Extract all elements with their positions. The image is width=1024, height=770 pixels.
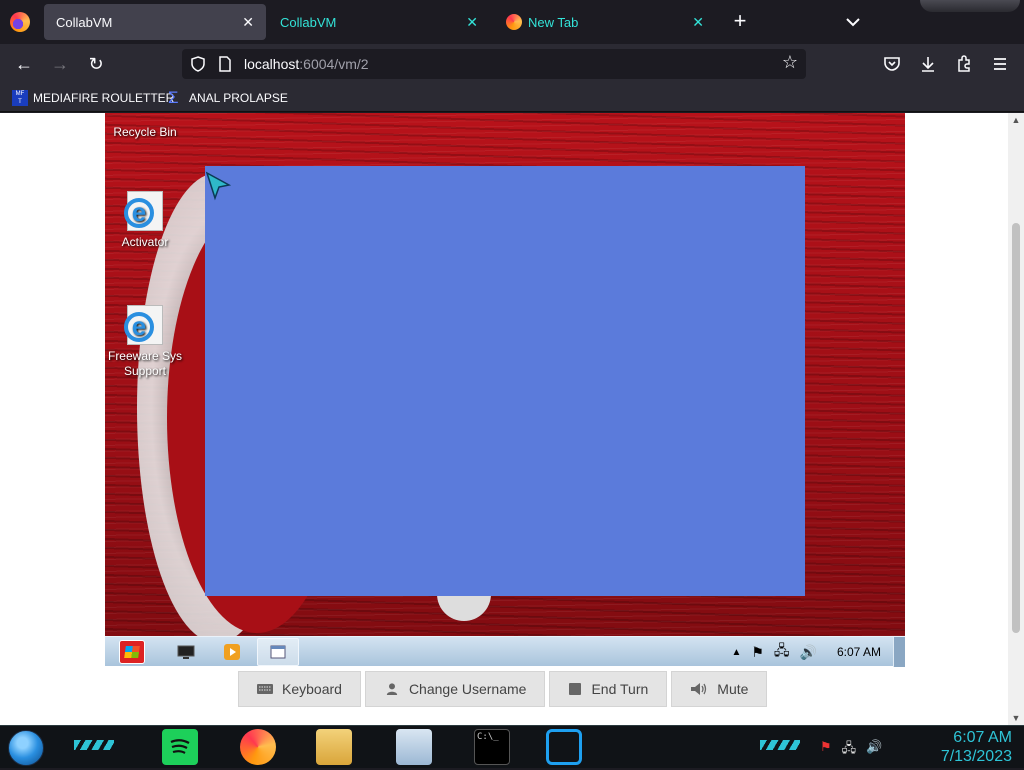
url-host: localhost — [244, 56, 300, 72]
mute-button[interactable]: Mute — [671, 671, 768, 707]
desktop-icon-recycle-bin[interactable]: Recycle Bin — [105, 125, 185, 140]
spotify-icon[interactable] — [162, 729, 198, 765]
user-icon — [386, 683, 398, 695]
ie-icon: e — [124, 305, 163, 345]
download-icon[interactable] — [916, 52, 940, 76]
host-taskbar: C:\_ ⚑ 🖧 🔊 6:07 AM 7/13/2023 — [0, 725, 1024, 768]
firefox-icon[interactable] — [10, 12, 30, 32]
taskbar-window-button[interactable] — [257, 638, 299, 666]
tab-label: CollabVM — [56, 14, 113, 30]
window-controls[interactable] — [920, 0, 1020, 12]
action-center-flag-icon[interactable]: ⚑ — [820, 739, 832, 761]
vm-control-bar: Keyboard Change Username End Turn Mute — [238, 671, 768, 709]
monitor-icon[interactable] — [177, 643, 195, 661]
close-tab-icon[interactable]: ✕ — [692, 14, 704, 31]
page-scrollbar[interactable]: ▲ ▼ — [1008, 113, 1024, 725]
url-bar[interactable]: localhost:6004/vm/2 ☆ — [182, 49, 806, 79]
windows-logo-icon — [124, 646, 140, 658]
forward-button[interactable]: → — [48, 52, 72, 76]
chevron-down-icon[interactable] — [843, 12, 863, 32]
file-explorer-icon[interactable] — [316, 729, 352, 765]
desktop-icon-label: Recycle Bin — [113, 125, 177, 139]
stop-icon — [569, 683, 582, 695]
blue-window[interactable] — [205, 166, 805, 596]
url-text[interactable]: localhost:6004/vm/2 — [244, 56, 369, 72]
resource-monitor-icon[interactable] — [396, 729, 432, 765]
action-center-flag-icon[interactable]: ⚑ — [751, 644, 764, 661]
tab-new-tab[interactable]: New Tab ✕ — [494, 4, 716, 40]
back-button[interactable]: ← — [12, 52, 36, 76]
tab-label: New Tab — [528, 14, 579, 30]
volume-icon[interactable]: 🔊 — [800, 644, 817, 661]
page-icon — [219, 56, 231, 72]
bookmarks-toolbar: MF T MEDIAFIRE ROULETTER Σ ANAL PROLAPSE — [0, 84, 1024, 112]
sigma-icon: Σ — [168, 88, 179, 107]
scrollbar-thumb[interactable] — [1012, 223, 1020, 633]
window-icon — [270, 645, 286, 659]
mute-label: Mute — [717, 681, 749, 697]
keyboard-icon — [257, 684, 273, 694]
page-content: Recycle Bin e Activator e Freeware Sys S… — [0, 113, 1008, 725]
firefox-icon[interactable] — [240, 729, 276, 765]
mediafire-icon: MF T — [12, 90, 28, 106]
desktop-icon-activator[interactable]: e Activator — [105, 191, 185, 250]
host-clock-date: 7/13/2023 — [940, 748, 1012, 765]
desktop-icon-label: Activator — [121, 235, 169, 249]
change-username-label: Change Username — [408, 681, 527, 697]
taskbar-decoration — [74, 740, 114, 750]
scroll-up-icon[interactable]: ▲ — [1011, 115, 1021, 125]
command-prompt-icon[interactable]: C:\_ — [474, 729, 510, 765]
keyboard-button[interactable]: Keyboard — [238, 671, 361, 707]
vm-taskbar: ▲ ⚑ 🖧 🔊 6:07 AM — [105, 636, 905, 667]
system-tray: ▲ ⚑ 🖧 🔊 6:07 AM — [731, 640, 881, 664]
host-clock[interactable]: 6:07 AM 7/13/2023 — [941, 728, 1012, 766]
tab-collabvm-1[interactable]: CollabVM ✕ — [44, 4, 266, 40]
network-icon[interactable]: 🖧 — [842, 739, 857, 761]
url-path: :6004/vm/2 — [299, 56, 369, 72]
show-desktop-button[interactable] — [893, 637, 905, 667]
bookmark-label: ANAL PROLAPSE — [189, 91, 288, 105]
scroll-down-icon[interactable]: ▼ — [1011, 713, 1021, 723]
shield-icon[interactable] — [190, 56, 206, 72]
keyboard-button-label: Keyboard — [282, 681, 342, 697]
cursor-arrow-icon — [205, 171, 231, 201]
wallpaper-decoration — [437, 593, 491, 621]
bookmark-prolapse[interactable]: Σ ANAL PROLAPSE — [168, 89, 288, 107]
desktop-icon-freeware-sys-support[interactable]: e Freeware Sys Support — [105, 305, 185, 379]
close-tab-icon[interactable]: ✕ — [466, 14, 478, 31]
ie-icon: e — [124, 191, 163, 231]
bookmark-label: MEDIAFIRE ROULETTER — [33, 91, 175, 105]
volume-icon — [691, 683, 707, 695]
tab-collabvm-2[interactable]: CollabVM ✕ — [268, 4, 490, 40]
network-icon[interactable]: 🖧 — [774, 640, 790, 664]
start-button[interactable] — [119, 640, 145, 664]
pocket-icon[interactable] — [880, 52, 904, 76]
reload-button[interactable]: ↻ — [84, 52, 108, 76]
change-username-button[interactable]: Change Username — [364, 671, 546, 707]
extensions-icon[interactable] — [952, 52, 976, 76]
end-turn-button[interactable]: End Turn — [549, 671, 668, 707]
vm-clock[interactable]: 6:07 AM — [837, 645, 881, 659]
volume-icon[interactable]: 🔊 — [866, 739, 882, 761]
show-hidden-icons-icon[interactable]: ▲ — [731, 647, 741, 658]
tab-strip: CollabVM ✕ CollabVM ✕ New Tab ✕ + — [0, 0, 1024, 44]
end-turn-label: End Turn — [591, 681, 649, 697]
desktop-icon-label: Freeware Sys Support — [107, 349, 183, 378]
bookmark-mediafire[interactable]: MF T MEDIAFIRE ROULETTER — [12, 89, 174, 107]
host-clock-time: 6:07 AM — [953, 729, 1012, 746]
new-tab-button[interactable]: + — [728, 10, 752, 34]
media-player-icon[interactable] — [223, 643, 241, 661]
menu-icon[interactable] — [988, 52, 1012, 76]
host-start-orb[interactable] — [8, 730, 44, 766]
firefox-icon — [506, 14, 522, 30]
tab-label: CollabVM — [280, 14, 337, 30]
virtualbox-icon[interactable] — [546, 729, 582, 765]
host-system-tray: ⚑ 🖧 🔊 — [820, 739, 882, 761]
navigation-toolbar: ← → ↻ localhost:6004/vm/2 ☆ — [0, 44, 1024, 84]
close-tab-icon[interactable]: ✕ — [242, 14, 254, 31]
taskbar-decoration — [760, 740, 800, 750]
vm-display[interactable]: Recycle Bin e Activator e Freeware Sys S… — [105, 113, 905, 666]
bookmark-star-icon[interactable]: ☆ — [782, 52, 798, 73]
